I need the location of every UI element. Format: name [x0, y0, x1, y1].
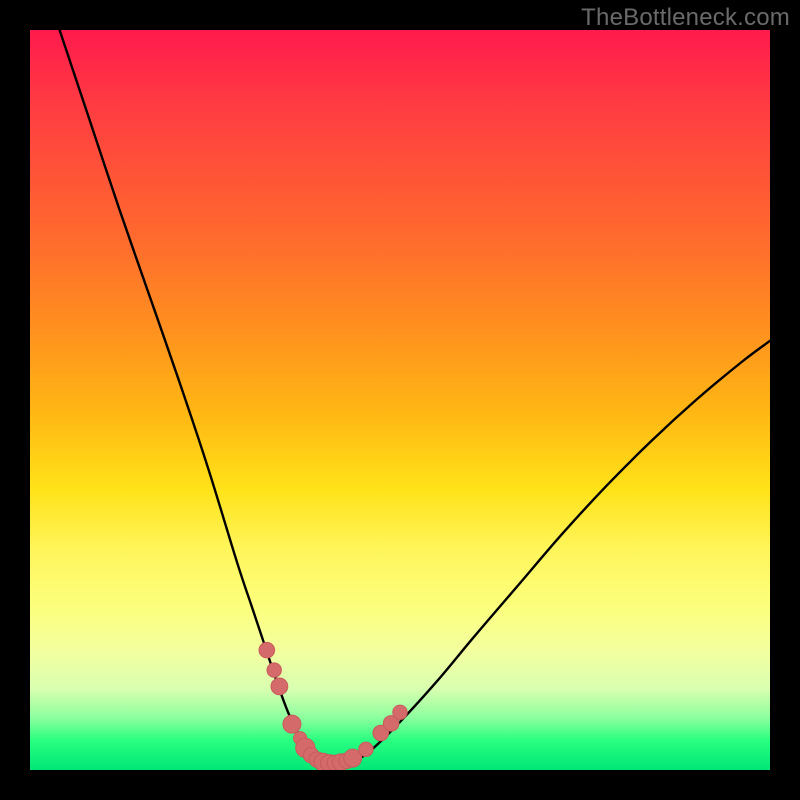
- curve-svg: [30, 30, 770, 770]
- outer-frame: TheBottleneck.com: [0, 0, 800, 800]
- curve-marker: [259, 642, 275, 658]
- curve-marker: [283, 715, 301, 733]
- curve-marker: [393, 705, 407, 719]
- curve-marker: [271, 678, 288, 695]
- bottleneck-curve: [60, 30, 770, 763]
- plot-area: [30, 30, 770, 770]
- curve-marker: [359, 742, 373, 756]
- watermark-text: TheBottleneck.com: [581, 4, 790, 32]
- curve-marker: [267, 663, 281, 677]
- curve-markers: [259, 642, 407, 770]
